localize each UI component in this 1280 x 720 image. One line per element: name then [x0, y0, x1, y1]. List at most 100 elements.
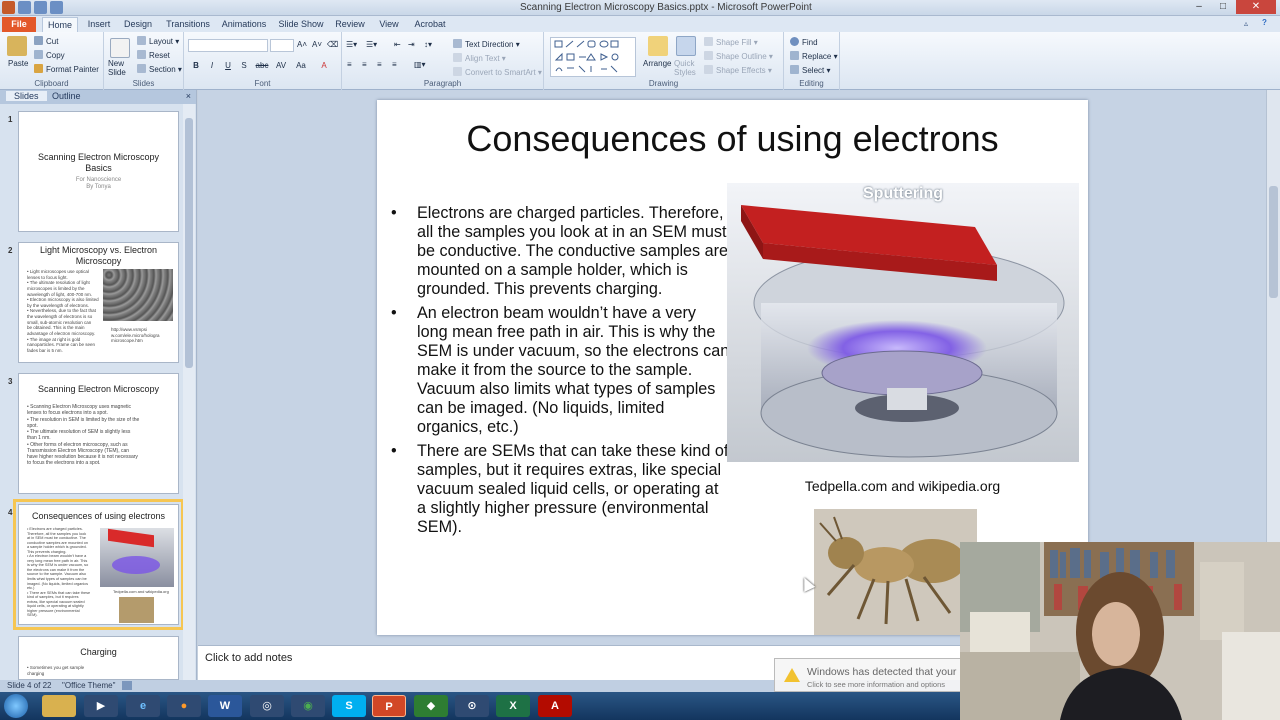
close-pane-icon[interactable]: ×	[186, 91, 191, 101]
bullets-icon[interactable]: ☰▾	[346, 40, 357, 49]
numbering-icon[interactable]: ☰▾	[366, 40, 377, 49]
increase-indent-icon[interactable]: ⇥	[408, 40, 415, 49]
new-slide-icon[interactable]	[110, 38, 130, 58]
paste-icon[interactable]	[7, 36, 27, 56]
tab-outline[interactable]: Outline	[52, 91, 81, 101]
minimize-button[interactable]: –	[1188, 0, 1210, 14]
firefox-icon[interactable]: ●	[167, 695, 201, 717]
powerpoint-taskbar-icon[interactable]: P	[372, 695, 406, 717]
spellcheck-icon[interactable]	[122, 681, 132, 690]
word-icon[interactable]: W	[208, 695, 242, 717]
line-spacing-icon[interactable]: ↕▾	[424, 40, 432, 49]
tab-file[interactable]: File	[2, 17, 36, 32]
acrobat-icon[interactable]: A	[538, 695, 572, 717]
shape-effects-button[interactable]: Shape Effects ▾	[704, 65, 772, 75]
save-icon[interactable]	[18, 1, 31, 14]
slide-thumbnail-2[interactable]: Light Microscopy vs. Electron Microscopy…	[18, 242, 179, 363]
clear-formatting-icon[interactable]: ⌫	[327, 40, 338, 49]
arrange-button[interactable]: Arrange	[643, 59, 671, 68]
character-spacing-button[interactable]: AV	[274, 60, 288, 71]
sputtering-image[interactable]: Sputtering	[727, 183, 1079, 462]
redo-icon[interactable]	[50, 1, 63, 14]
quick-styles-button[interactable]: Quick Styles	[674, 59, 700, 77]
copy-button[interactable]: Copy	[34, 50, 65, 60]
explorer-icon[interactable]	[42, 695, 76, 717]
font-color-button[interactable]: A	[318, 60, 330, 71]
layout-button[interactable]: Layout ▾	[137, 36, 179, 46]
text-shadow-button[interactable]: S	[238, 60, 250, 71]
minimize-ribbon-icon[interactable]: ▵	[1244, 19, 1248, 28]
italic-button[interactable]: I	[206, 60, 218, 71]
close-button[interactable]: ✕	[1236, 0, 1276, 14]
tab-review[interactable]: Review	[334, 17, 366, 32]
slide-thumbnail-5[interactable]: Charging • Sometimes you get sample char…	[18, 636, 179, 680]
tab-transitions[interactable]: Transitions	[164, 17, 212, 32]
font-size-dropdown[interactable]	[270, 39, 294, 52]
slides-pane-scroll-thumb[interactable]	[185, 118, 193, 368]
windows-notification[interactable]: Windows has detected that your Click to …	[774, 658, 962, 692]
powerpoint-app-icon[interactable]	[2, 1, 15, 14]
strikethrough-button[interactable]: abc	[254, 60, 270, 71]
tab-slide-show[interactable]: Slide Show	[278, 17, 324, 32]
convert-smartart-button[interactable]: Convert to SmartArt ▾	[453, 67, 542, 77]
maximize-button[interactable]: □	[1212, 0, 1234, 14]
warning-icon	[784, 668, 800, 682]
tab-design[interactable]: Design	[122, 17, 154, 32]
start-button[interactable]	[4, 694, 28, 718]
new-slide-button[interactable]: New Slide	[108, 59, 134, 77]
slide-thumbnail-3[interactable]: Scanning Electron Microscopy • Scanning …	[18, 373, 179, 494]
green-app-icon[interactable]: ◆	[414, 695, 448, 717]
shape-outline-button[interactable]: Shape Outline ▾	[704, 51, 773, 61]
arrange-icon[interactable]	[648, 36, 668, 56]
section-button[interactable]: Section ▾	[137, 64, 182, 74]
align-left-icon[interactable]: ≡	[347, 60, 352, 69]
change-case-button[interactable]: Aa	[294, 60, 308, 71]
slide-thumbnail-1[interactable]: Scanning Electron Microscopy Basics For …	[18, 111, 179, 232]
excel-icon[interactable]: X	[496, 695, 530, 717]
cut-button[interactable]: Cut	[34, 36, 58, 46]
chrome-icon[interactable]: ◉	[291, 695, 325, 717]
ie-icon[interactable]: e	[126, 695, 160, 717]
ant-sem-image[interactable]	[814, 509, 977, 635]
app-icon[interactable]: ◎	[250, 695, 284, 717]
app2-icon[interactable]: ⊙	[455, 695, 489, 717]
slide-body-text[interactable]: Electrons are charged particles. Therefo…	[391, 204, 731, 542]
align-right-icon[interactable]: ≡	[377, 60, 382, 69]
align-text-button[interactable]: Align Text ▾	[453, 53, 506, 63]
tab-acrobat[interactable]: Acrobat	[410, 17, 450, 32]
paste-button[interactable]: Paste	[8, 59, 28, 68]
select-button[interactable]: Select ▾	[790, 65, 830, 75]
quick-styles-icon[interactable]	[676, 36, 696, 56]
replace-button[interactable]: Replace ▾	[790, 51, 838, 61]
slides-pane-scrollbar[interactable]	[183, 104, 195, 680]
notes-placeholder[interactable]: Click to add notes	[205, 652, 292, 664]
slide-scroll-thumb[interactable]	[1269, 186, 1278, 298]
tab-slides[interactable]: Slides	[6, 91, 47, 101]
skype-icon[interactable]: S	[332, 695, 366, 717]
font-name-dropdown[interactable]	[188, 39, 268, 52]
media-player-icon[interactable]: ▶	[84, 695, 118, 717]
text-direction-button[interactable]: Text Direction ▾	[453, 39, 520, 49]
bold-button[interactable]: B	[190, 60, 202, 71]
find-button[interactable]: Find	[790, 37, 818, 47]
align-center-icon[interactable]: ≡	[362, 60, 367, 69]
shapes-gallery[interactable]	[550, 37, 636, 77]
justify-icon[interactable]: ≡	[392, 60, 397, 69]
reset-button[interactable]: Reset	[137, 50, 170, 60]
decrease-indent-icon[interactable]: ⇤	[394, 40, 401, 49]
columns-icon[interactable]: ▥▾	[414, 60, 426, 69]
underline-button[interactable]: U	[222, 60, 234, 71]
thumb-title: Scanning Electron Microscopy	[37, 384, 160, 394]
slide-title[interactable]: Consequences of using electrons	[377, 118, 1088, 160]
tab-home[interactable]: Home	[42, 17, 78, 32]
tab-insert[interactable]: Insert	[84, 17, 114, 32]
undo-icon[interactable]	[34, 1, 47, 14]
help-icon[interactable]: ?	[1262, 18, 1267, 27]
tab-animations[interactable]: Animations	[220, 17, 268, 32]
format-painter-button[interactable]: Format Painter	[34, 64, 99, 74]
shrink-font-icon[interactable]: A˅	[312, 40, 322, 49]
grow-font-icon[interactable]: A˄	[297, 40, 307, 49]
tab-view[interactable]: View	[376, 17, 402, 32]
shape-fill-button[interactable]: Shape Fill ▾	[704, 37, 758, 47]
slide-thumbnail-4[interactable]: Consequences of using electrons • Electr…	[13, 499, 184, 630]
